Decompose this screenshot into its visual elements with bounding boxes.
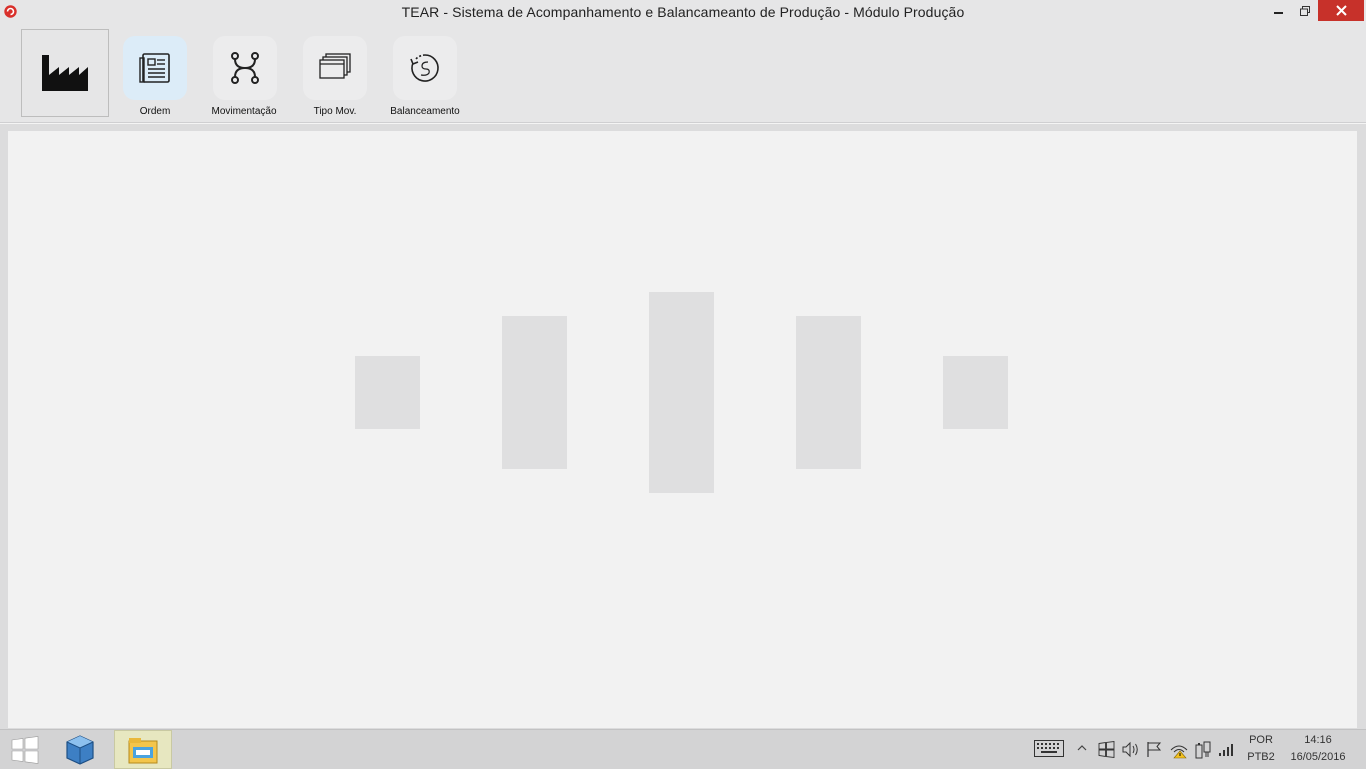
window-title: TEAR - Sistema de Acompanhamento e Balan… — [401, 4, 965, 20]
document-list-icon — [139, 53, 170, 83]
loading-bar-4 — [796, 316, 861, 469]
close-icon — [1335, 5, 1347, 16]
movimentacao-button[interactable] — [213, 36, 277, 100]
loading-bar-2 — [502, 316, 567, 469]
balanceamento-label: Balanceamento — [390, 106, 460, 117]
taskbar: POR PTB2 14:16 16/05/2016 — [0, 729, 1366, 769]
restore-icon — [1300, 6, 1310, 16]
clock-date: 16/05/2016 — [1290, 751, 1346, 763]
tipo-mov-label: Tipo Mov. — [313, 106, 357, 117]
power-icon[interactable] — [1195, 741, 1211, 759]
main-content-area — [8, 131, 1357, 728]
restore-button[interactable] — [1292, 0, 1318, 22]
virtualbox-cube-icon — [66, 734, 94, 765]
network-warning-icon[interactable] — [1170, 741, 1188, 759]
minimize-button[interactable] — [1266, 0, 1292, 22]
clock-time: 14:16 — [1304, 734, 1332, 746]
show-hidden-icon[interactable] — [1077, 744, 1087, 752]
balanceamento-button[interactable] — [393, 36, 457, 100]
factory-icon — [42, 55, 88, 91]
file-explorer-icon — [128, 737, 158, 763]
keyboard-icon[interactable] — [1034, 740, 1064, 757]
flag-icon[interactable] — [1146, 741, 1162, 758]
language-bottom: PTB2 — [1247, 751, 1275, 763]
loading-bar-1 — [355, 356, 420, 429]
volume-icon[interactable] — [1122, 741, 1140, 758]
start-button[interactable] — [0, 730, 50, 769]
taskbar-virtualbox[interactable] — [55, 730, 105, 769]
minimize-icon — [1274, 12, 1283, 14]
language-top: POR — [1249, 734, 1273, 746]
ordem-button[interactable] — [123, 36, 187, 100]
signal-icon[interactable] — [1218, 741, 1236, 757]
action-center-icon[interactable] — [1098, 741, 1115, 758]
tipo-mov-button[interactable] — [303, 36, 367, 100]
module-logo — [21, 29, 109, 117]
title-bar: TEAR - Sistema de Acompanhamento e Balan… — [0, 0, 1366, 24]
windows-start-icon — [11, 735, 39, 764]
stacked-windows-icon — [319, 53, 351, 79]
close-button[interactable] — [1318, 0, 1364, 21]
ribbon-toolbar: Ordem Movimentação Tipo Mov. Balanceamen… — [0, 24, 1366, 123]
loading-bar-3 — [649, 292, 714, 493]
refresh-clock-icon — [410, 54, 439, 82]
ordem-label: Ordem — [139, 106, 171, 117]
workflow-icon — [231, 52, 259, 84]
loading-bar-5 — [943, 356, 1008, 429]
movimentacao-label: Movimentação — [211, 106, 277, 117]
ribbon-divider — [0, 123, 1366, 124]
taskbar-file-explorer[interactable] — [114, 730, 172, 769]
